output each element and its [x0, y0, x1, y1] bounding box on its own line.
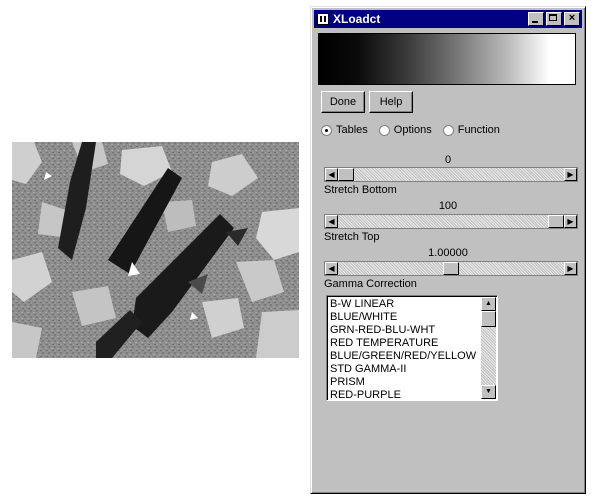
scroll-up-arrow-icon[interactable]: ▲ [481, 297, 496, 311]
scroll-right-arrow-icon[interactable]: ▶ [564, 215, 577, 228]
list-item[interactable]: RED TEMPERATURE [330, 337, 476, 350]
stretch-bottom-slider[interactable]: ◀ ▶ [324, 167, 578, 182]
list-item[interactable]: RED-PURPLE [330, 389, 476, 400]
scroll-left-arrow-icon[interactable]: ◀ [325, 262, 338, 275]
scroll-down-arrow-icon[interactable]: ▼ [481, 385, 496, 399]
gamma-thumb[interactable] [443, 262, 459, 275]
stretch-top-slider[interactable]: ◀ ▶ [324, 214, 578, 229]
list-item[interactable]: BLUE/GREEN/RED/YELLOW [330, 350, 476, 363]
done-button[interactable]: Done [321, 91, 365, 113]
scroll-left-arrow-icon[interactable]: ◀ [325, 215, 338, 228]
help-button[interactable]: Help [369, 91, 413, 113]
close-icon[interactable]: × [564, 12, 580, 26]
list-item[interactable]: BLUE/WHITE [330, 311, 476, 324]
scroll-right-arrow-icon[interactable]: ▶ [564, 262, 577, 275]
list-vertical-scrollbar[interactable]: ▲ ▼ [481, 297, 496, 399]
list-item[interactable]: STD GAMMA-II [330, 363, 476, 376]
radio-indicator-options[interactable] [378, 124, 390, 136]
list-item[interactable]: GRN-RED-BLU-WHT [330, 324, 476, 337]
color-table-list[interactable]: B-W LINEAR BLUE/WHITE GRN-RED-BLU-WHT RED T… [326, 295, 498, 401]
radio-label-function: Function [457, 124, 500, 136]
radio-tables[interactable]: Tables [321, 124, 368, 136]
title-bar[interactable]: XLoadct × [314, 10, 582, 28]
minimize-icon[interactable] [528, 12, 544, 26]
radio-indicator-tables[interactable] [321, 124, 332, 136]
gamma-value: 1.00000 [428, 247, 468, 259]
list-scroll-thumb[interactable] [481, 311, 496, 327]
radio-label-options: Options [393, 124, 432, 136]
radio-indicator-function[interactable] [442, 124, 454, 136]
color-table-preview [318, 33, 576, 85]
stretch-top-value: 100 [438, 200, 458, 212]
list-item[interactable]: B-W LINEAR [330, 298, 476, 311]
list-item[interactable]: PRISM [330, 376, 476, 389]
micrograph-image [12, 142, 299, 358]
scroll-right-arrow-icon[interactable]: ▶ [564, 168, 577, 181]
stretch-bottom-label: Stretch Bottom [324, 184, 397, 196]
stretch-bottom-thumb[interactable] [338, 168, 354, 181]
gamma-label: Gamma Correction [324, 278, 417, 290]
radio-options[interactable]: Options [378, 124, 432, 136]
xloadct-window: XLoadct × Done Help Tables Options Funct… [310, 6, 586, 494]
stretch-top-label: Stretch Top [324, 231, 380, 243]
gamma-slider[interactable]: ◀ ▶ [324, 261, 578, 276]
scroll-left-arrow-icon[interactable]: ◀ [325, 168, 338, 181]
mode-radio-group: Tables Options Function [321, 124, 511, 136]
radio-label-tables: Tables [336, 124, 368, 136]
radio-function[interactable]: Function [442, 124, 500, 136]
stretch-bottom-value: 0 [444, 154, 452, 166]
maximize-icon[interactable] [546, 12, 562, 26]
color-table-items: B-W LINEAR BLUE/WHITE GRN-RED-BLU-WHT RED T… [330, 298, 476, 400]
xloadct-app-icon[interactable] [317, 13, 329, 25]
stretch-top-thumb[interactable] [548, 215, 564, 228]
window-title: XLoadct [333, 12, 381, 26]
